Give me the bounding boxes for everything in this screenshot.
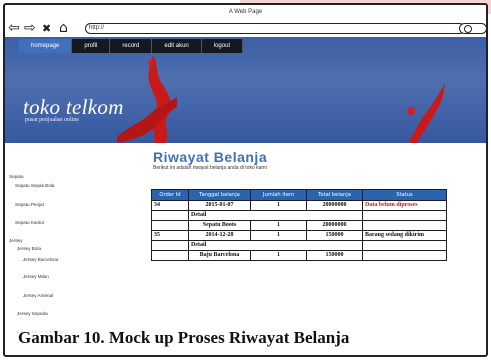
menu-record[interactable]: record — [110, 39, 153, 53]
order-status-cell: Barang sedang dikirim — [362, 230, 447, 241]
detail-link[interactable]: Detail — [188, 210, 363, 221]
table-row[interactable]: 34 2015-01-07 1 20000000 Data belum dipr… — [151, 200, 447, 211]
menu-logout[interactable]: logout — [201, 39, 244, 53]
sidebar-item-jersey-sepeda[interactable]: Jersey Sepeda — [17, 311, 48, 316]
paint-splash-icon — [117, 97, 177, 143]
order-history-table: Order Id Tanggal belanja Jumlah item Tot… — [151, 189, 447, 261]
page-subtitle: Berikut ini adalah riwayat belanja anda … — [153, 165, 267, 171]
back-arrow-icon[interactable]: ⇦ — [8, 21, 20, 35]
search-icon — [464, 25, 472, 33]
forward-arrow-icon[interactable]: ⇨ — [24, 21, 36, 35]
item-name-cell: Sepatu Boots — [188, 220, 251, 231]
order-total-cell: 150000 — [306, 230, 363, 241]
search-button[interactable] — [459, 23, 486, 34]
sidebar-item-jersey-bola[interactable]: Jersey Bola — [17, 246, 41, 251]
close-x-icon[interactable]: ✖ — [42, 22, 51, 36]
url-field[interactable]: http:// — [85, 23, 465, 34]
item-qty-cell: 1 — [250, 250, 307, 261]
paint-splash-icon — [148, 55, 171, 143]
column-header-order-id: Order Id — [151, 189, 189, 201]
sidebar-item-jersey-milan[interactable]: Jersey Milan — [23, 274, 49, 279]
category-sidebar: Sepatu Sepatu Sepak Bola Sepatu Penjat S… — [5, 143, 133, 355]
menu-edit-akun[interactable]: edit akun — [152, 39, 202, 53]
item-name-cell: Baju Barcelona — [188, 250, 251, 261]
order-date-cell: 2015-01-07 — [188, 200, 251, 211]
order-qty-cell: 1 — [250, 200, 307, 211]
order-date-cell: 2014-12-28 — [188, 230, 251, 241]
sidebar-item-sepatu-kantor[interactable]: Sepatu Kantor — [15, 220, 44, 225]
menu-profil[interactable]: profil — [72, 39, 111, 53]
detail-row: Detail — [151, 210, 447, 221]
figure-caption: Gambar 10. Mock up Proses Riwayat Belanj… — [18, 328, 350, 348]
order-status-cell: Data belum diproses — [362, 200, 447, 211]
sidebar-item-jersey[interactable]: Jersey — [9, 238, 23, 243]
detail-row: Detail — [151, 240, 447, 251]
item-qty-cell: 1 — [250, 220, 307, 231]
column-header-qty: Jumlah item — [250, 189, 307, 201]
detail-item-row: Baju Barcelona 1 150000 — [151, 250, 447, 261]
sidebar-item-sepatu-penjat[interactable]: Sepatu Penjat — [15, 202, 44, 207]
browser-toolbar: ⇦ ⇨ ✖ ⌂ http:// — [5, 19, 486, 37]
detail-link[interactable]: Detail — [188, 240, 363, 251]
order-id-cell: 34 — [151, 200, 189, 211]
order-id-cell: 35 — [151, 230, 189, 241]
main-content: Riwayat Belanja Berikut ini adalah riway… — [133, 143, 486, 355]
item-total-cell: 150000 — [306, 250, 363, 261]
table-header-row: Order Id Tanggal belanja Jumlah item Tot… — [151, 189, 447, 201]
sidebar-item-jersey-barcelona[interactable]: Jersey Barcelona — [23, 257, 59, 262]
item-total-cell: 20000000 — [306, 220, 363, 231]
window-title: A Web Page — [228, 9, 263, 15]
column-header-status: Status — [362, 189, 447, 201]
detail-item-row: Sepatu Boots 1 20000000 — [151, 220, 447, 231]
site-header: homepage profil record edit akun logout … — [5, 37, 486, 143]
column-header-total: Total belanja — [306, 189, 363, 201]
site-tagline: pusat penjualan online — [25, 117, 79, 123]
paint-splash-icon — [407, 83, 445, 143]
page-title: Riwayat Belanja — [153, 149, 268, 165]
table-row[interactable]: 35 2014-12-28 1 150000 Barang sedang dik… — [151, 230, 447, 241]
sidebar-item-sepatu-sepak-bola[interactable]: Sepatu Sepak Bola — [15, 183, 54, 188]
browser-window: A Web Page ⇦ ⇨ ✖ ⌂ http:// homepage prof… — [3, 3, 488, 357]
home-icon[interactable]: ⌂ — [59, 21, 68, 35]
main-menu: homepage profil record edit akun logout — [19, 39, 244, 53]
column-header-date: Tanggal belanja — [188, 189, 251, 201]
sidebar-item-sepatu[interactable]: Sepatu — [9, 174, 24, 179]
order-total-cell: 20000000 — [306, 200, 363, 211]
order-qty-cell: 1 — [250, 230, 307, 241]
sidebar-item-jersey-arsenal[interactable]: Jersey Arsenal — [23, 293, 53, 298]
menu-homepage[interactable]: homepage — [19, 39, 73, 53]
